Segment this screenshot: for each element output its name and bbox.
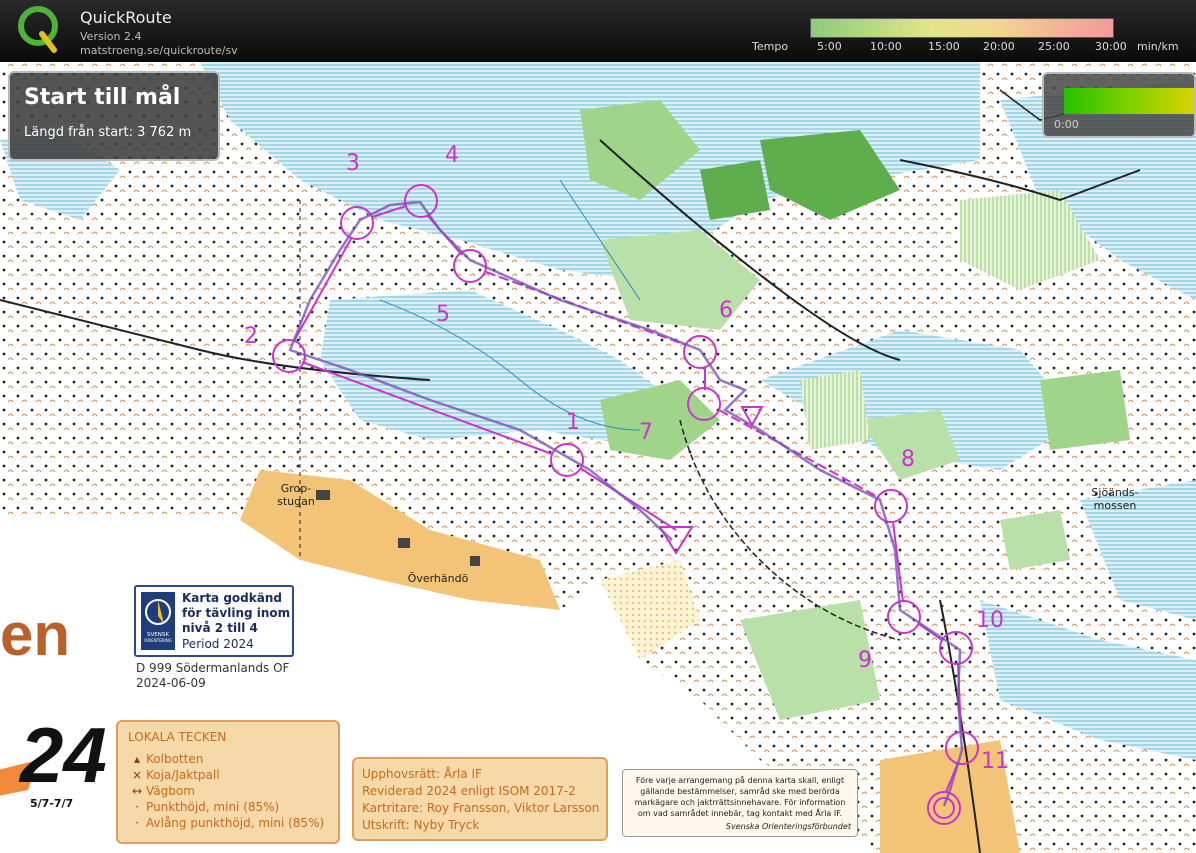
legend-label: Koja/Jaktpall	[146, 768, 220, 782]
legend-item: · Avlång punkthöjd, mini (85%)	[128, 816, 324, 830]
map-credits: Upphovsrätt: Årla IF Reviderad 2024 enli…	[352, 757, 608, 841]
control-number: 11	[981, 749, 1009, 774]
event-year: 24	[20, 711, 107, 799]
app-url[interactable]: matstroeng.se/quickroute/sv	[80, 44, 238, 57]
elongated-knoll-icon: ·	[135, 816, 139, 830]
tempo-label: Tempo	[752, 40, 789, 53]
knoll-icon: ·	[135, 800, 139, 814]
local-symbols-legend: LOKALA TECKEN ▴ Kolbotten × Koja/Jaktpall …	[116, 720, 340, 844]
approval-line: för tävling inom	[182, 606, 291, 620]
legend-label: Avlång punkthöjd, mini (85%)	[146, 816, 325, 830]
credit-line: Kartritare: Roy Fransson, Viktor Larsson	[362, 801, 600, 815]
pace-time-value: 0:00	[1054, 118, 1079, 131]
pace-graph-panel[interactable]: 0:00	[1042, 72, 1196, 138]
hut-icon: ×	[131, 768, 143, 782]
place-name-line: mossen	[1093, 499, 1137, 512]
legend-item: ↔ Vägbom	[128, 784, 195, 798]
notice-line: om vad samrådet innebär, tag kontakt med…	[637, 809, 843, 818]
app-header: QuickRoute Version 2.4 matstroeng.se/qui…	[0, 0, 1196, 62]
map-club: D 999 Södermanlands OF	[136, 661, 290, 675]
barrier-icon: ↔	[131, 784, 143, 798]
control-number: 8	[901, 447, 915, 472]
logo-text: ORIENTERING	[144, 638, 172, 643]
legend-label: Punkthöjd, mini (85%)	[146, 800, 280, 814]
place-name-line: Grop-	[280, 482, 312, 495]
control-number: 1	[566, 410, 580, 435]
control-number: 9	[858, 648, 872, 673]
legend-item: ▴ Kolbotten	[128, 752, 203, 766]
quickroute-logo	[18, 6, 58, 53]
place-name-line: Överhändö	[407, 572, 469, 585]
approval-line: Karta godkänd	[182, 591, 282, 605]
place-name-line: stugan	[277, 495, 315, 508]
control-number: 7	[639, 420, 653, 445]
approval-badge: SVENSK ORIENTERING Karta godkänd för täv…	[134, 585, 294, 657]
svensk-orientering-logo: SVENSK ORIENTERING	[141, 592, 175, 650]
route-length: Längd från start: 3 762 m	[24, 125, 192, 140]
approval-period: Period 2024	[182, 637, 254, 651]
approval-line: nivå 2 till 4	[182, 621, 258, 635]
legend-item: · Punkthöjd, mini (85%)	[128, 800, 279, 814]
tempo-tick: 30:00	[1095, 40, 1127, 53]
route-title: Start till mål	[24, 85, 181, 110]
credit-line: Utskrift: Nyby Tryck	[362, 818, 480, 832]
control-number: 3	[346, 151, 360, 176]
legend-title: LOKALA TECKEN	[128, 730, 227, 744]
place-name-overhando: Överhändö	[398, 572, 478, 585]
app-version: Version 2.4	[80, 30, 142, 43]
place-name-sjoandsmossen: Sjöänds- mossen	[1080, 486, 1150, 512]
route-info-panel: Start till mål Längd från start: 3 762 m	[8, 71, 220, 161]
control-number: 6	[719, 298, 733, 323]
place-name-gropstugan: Grop- stugan	[266, 482, 326, 508]
event-year-logo: 24	[0, 710, 107, 801]
tempo-tick: 20:00	[983, 40, 1015, 53]
notice-line: markägare och jaktrrättsinnehavare. För …	[634, 798, 846, 807]
notice-signature: Svenska Orienteringsförbundet	[725, 822, 851, 831]
place-name-line: Sjöänds-	[1091, 486, 1139, 499]
control-number: 4	[445, 143, 459, 168]
event-dates: 5/7-7/7	[30, 797, 74, 810]
legend-label: Vägbom	[146, 784, 195, 798]
tempo-tick: 10:00	[870, 40, 902, 53]
tempo-unit: min/km	[1137, 40, 1179, 53]
pace-bar	[1064, 88, 1194, 114]
credit-line: Upphovsrätt: Årla IF	[362, 767, 482, 781]
credit-line: Reviderad 2024 enligt ISOM 2017-2	[362, 784, 576, 798]
tempo-tick: 15:00	[928, 40, 960, 53]
legend-item: × Koja/Jaktpall	[128, 768, 220, 782]
tempo-tick: 5:00	[817, 40, 842, 53]
app-title: QuickRoute	[80, 8, 172, 27]
tempo-color-scale	[810, 18, 1114, 38]
notice-line: Före varje arrangemang på denna karta sk…	[635, 776, 845, 785]
control-number: 5	[436, 302, 450, 327]
map-title-fragment: en	[0, 601, 71, 668]
tempo-tick: 25:00	[1038, 40, 1070, 53]
control-number: 10	[976, 608, 1004, 633]
legend-label: Kolbotten	[146, 752, 204, 766]
charcoal-pit-icon: ▴	[133, 752, 141, 766]
map-date: 2024-06-09	[136, 676, 206, 690]
control-number: 2	[244, 324, 258, 349]
landowner-notice: Före varje arrangemang på denna karta sk…	[622, 769, 858, 837]
notice-line: gällande bestämmelser, samråd ske med be…	[640, 787, 840, 796]
